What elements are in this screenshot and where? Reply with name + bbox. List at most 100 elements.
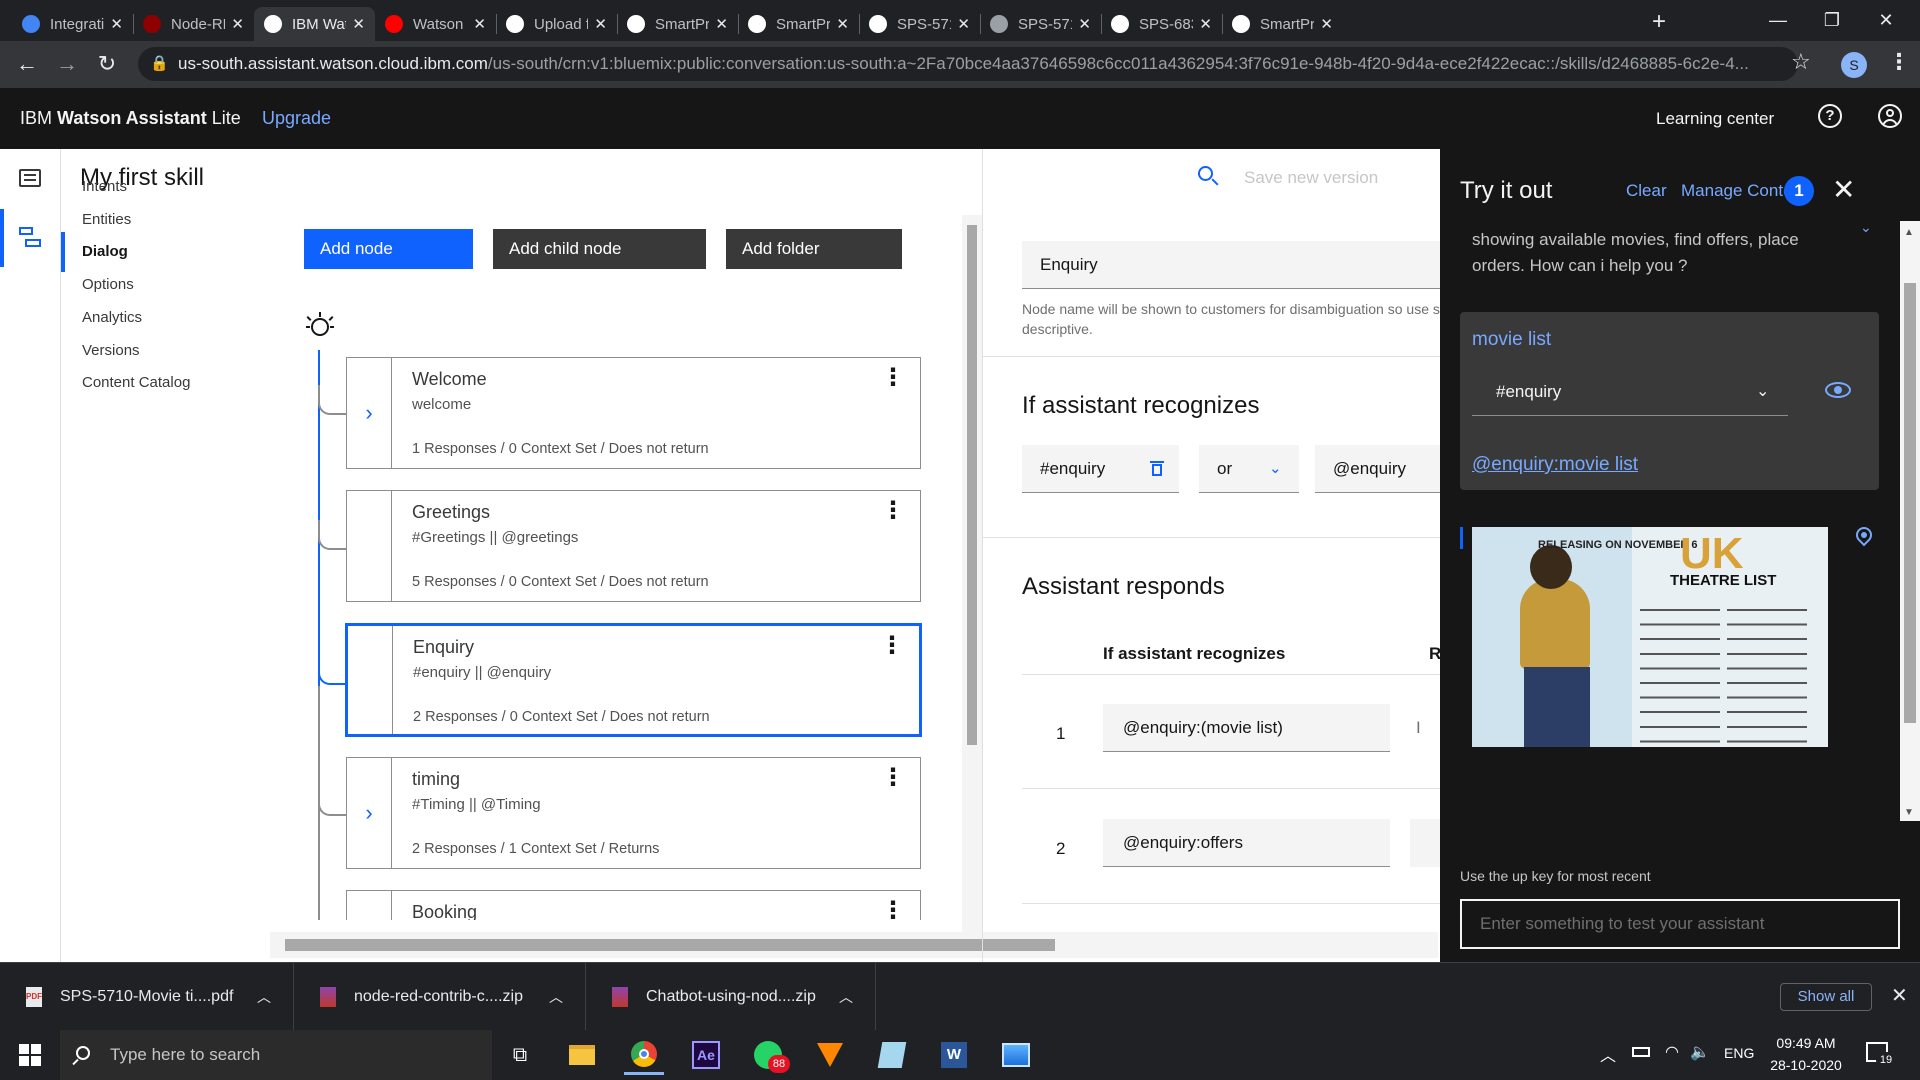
response-condition[interactable]: @enquiry:offers xyxy=(1103,819,1390,867)
clock-date[interactable]: 28-10-2020 xyxy=(1768,1057,1844,1073)
operator-select[interactable]: or ⌄ xyxy=(1199,445,1299,493)
response-text[interactable]: I xyxy=(1410,704,1440,752)
browser-tab[interactable]: SPS-5710- ✕ xyxy=(980,7,1101,41)
wifi-icon[interactable]: ◠ xyxy=(1665,1042,1679,1062)
chrome-icon[interactable] xyxy=(624,1035,664,1075)
browser-tab[interactable]: Node-RED ✕ xyxy=(133,7,254,41)
battery-icon[interactable] xyxy=(1632,1047,1650,1057)
add-folder-button[interactable]: Add folder xyxy=(726,229,902,269)
intent-select[interactable]: #enquiry ⌄ xyxy=(1472,368,1788,416)
browser-tab[interactable]: IBM Watson ✕ xyxy=(254,7,375,41)
browser-tab[interactable]: SmartPrac ✕ xyxy=(1222,7,1343,41)
brand[interactable]: IBM Watson Assistant Lite xyxy=(20,108,241,129)
sidenav-item-content-catalog[interactable]: Content Catalog xyxy=(61,363,291,403)
back-icon[interactable]: ← xyxy=(12,49,42,79)
overflow-menu-icon[interactable]: ⋮ xyxy=(880,634,904,658)
chat-scroll-thumb[interactable] xyxy=(1904,283,1916,723)
tab-close-icon[interactable]: ✕ xyxy=(1078,15,1091,33)
windows-start-icon[interactable] xyxy=(10,1035,50,1075)
browser-tab[interactable]: Integration ✕ xyxy=(12,7,133,41)
forward-icon[interactable]: → xyxy=(52,49,82,79)
tab-close-icon[interactable]: ✕ xyxy=(1320,15,1333,33)
response-row[interactable]: 2 @enquiry:offers xyxy=(1022,789,1440,904)
url-input[interactable]: 🔒 us-south.assistant.watson.cloud.ibm.co… xyxy=(138,47,1798,81)
context-count-badge[interactable]: 1 xyxy=(1784,176,1814,206)
close-window-icon[interactable]: ✕ xyxy=(1856,0,1916,41)
vlc-icon[interactable] xyxy=(810,1035,850,1075)
overflow-menu-icon[interactable]: ⋮ xyxy=(881,366,905,390)
dialog-node[interactable]: › Welcome welcome 1 Responses / 0 Context S… xyxy=(346,357,921,469)
chevron-right-icon[interactable]: › xyxy=(347,358,392,468)
download-item[interactable]: PDF SPS-5710-Movie ti....pdf ︿ xyxy=(0,963,294,1031)
entity-link[interactable]: @enquiry:movie list xyxy=(1472,454,1638,476)
notes-icon[interactable] xyxy=(872,1035,912,1075)
browser-tab[interactable]: SPS-6838 ✕ xyxy=(1101,7,1222,41)
close-panel-icon[interactable]: ✕ xyxy=(1832,173,1855,206)
chat-icon[interactable] xyxy=(19,169,41,187)
chevron-up-icon[interactable]: ︿ xyxy=(257,987,271,1007)
tab-close-icon[interactable]: ✕ xyxy=(473,15,486,33)
response-row[interactable]: 1 @enquiry:(movie list) I xyxy=(1022,674,1440,789)
chevron-up-icon[interactable]: ︿ xyxy=(549,987,563,1007)
tab-close-icon[interactable]: ✕ xyxy=(110,15,123,33)
learning-center-link[interactable]: Learning center xyxy=(1656,109,1774,129)
location-pin-icon[interactable] xyxy=(1852,523,1876,549)
close-download-bar-icon[interactable]: ✕ xyxy=(1891,983,1908,1008)
reload-icon[interactable]: ↻ xyxy=(92,49,122,79)
browser-tab[interactable]: SmartPrac ✕ xyxy=(738,7,859,41)
test-assistant-input[interactable]: Enter something to test your assistant xyxy=(1460,899,1900,949)
help-icon[interactable]: ? xyxy=(1818,104,1842,128)
overflow-menu-icon[interactable]: ⋮ xyxy=(881,499,905,523)
tab-close-icon[interactable]: ✕ xyxy=(594,15,607,33)
tab-close-icon[interactable]: ✕ xyxy=(231,15,244,33)
task-view-icon[interactable]: ⧉ xyxy=(500,1035,540,1075)
taskbar-search[interactable]: Type here to search xyxy=(60,1030,492,1080)
browser-tab[interactable]: SmartPrac ✕ xyxy=(617,7,738,41)
eye-icon[interactable] xyxy=(1825,382,1851,398)
download-item[interactable]: Chatbot-using-nod....zip ︿ xyxy=(586,963,876,1031)
horizontal-scroll-thumb[interactable] xyxy=(285,939,1055,951)
overflow-menu-icon[interactable]: ⋮ xyxy=(881,766,905,790)
chat-scrollbar[interactable]: ▲ ▼ xyxy=(1900,221,1920,821)
browser-tab[interactable]: Upload file ✕ xyxy=(496,7,617,41)
skills-icon[interactable] xyxy=(19,227,41,249)
upgrade-link[interactable]: Upgrade xyxy=(262,108,331,129)
dialog-node[interactable]: › timing #Timing || @Timing 2 Responses / 1… xyxy=(346,757,921,869)
chevron-up-icon[interactable]: ︿ xyxy=(839,987,853,1007)
clear-button[interactable]: Clear xyxy=(1626,181,1667,201)
download-item[interactable]: node-red-contrib-c....zip ︿ xyxy=(294,963,586,1031)
tab-close-icon[interactable]: ✕ xyxy=(1199,15,1212,33)
after-effects-icon[interactable]: Ae xyxy=(686,1035,726,1075)
condition-entity-chip[interactable]: @enquiry xyxy=(1315,445,1440,493)
whatsapp-icon[interactable]: 88 xyxy=(748,1035,790,1075)
delete-icon[interactable] xyxy=(1150,459,1164,477)
add-node-button[interactable]: Add node xyxy=(304,229,473,269)
tab-close-icon[interactable]: ✕ xyxy=(836,15,849,33)
notifications-icon[interactable]: 19 xyxy=(1866,1042,1896,1068)
bookmark-star-icon[interactable]: ☆ xyxy=(1791,49,1811,75)
clock-time[interactable]: 09:49 AM xyxy=(1776,1035,1836,1051)
tree-scroll-thumb[interactable] xyxy=(967,225,977,745)
tab-close-icon[interactable]: ✕ xyxy=(957,15,970,33)
file-explorer-icon[interactable] xyxy=(562,1035,602,1075)
tree-vertical-scrollbar[interactable] xyxy=(962,215,982,932)
add-child-node-button[interactable]: Add child node xyxy=(493,229,706,269)
photos-icon[interactable] xyxy=(996,1035,1036,1075)
volume-icon[interactable]: 🔈 xyxy=(1690,1042,1710,1062)
show-hidden-icons-icon[interactable]: ︿ xyxy=(1600,1042,1616,1066)
browser-tab[interactable]: SPS-5710 ✕ xyxy=(859,7,980,41)
node-name-input[interactable]: Enquiry xyxy=(1022,241,1440,289)
chevron-up-icon[interactable]: ⌄ xyxy=(1860,227,1872,236)
condition-intent-chip[interactable]: #enquiry xyxy=(1022,445,1179,493)
chevron-right-icon[interactable]: › xyxy=(347,758,392,868)
word-icon[interactable]: W xyxy=(934,1035,974,1075)
browser-tab[interactable]: Watson st ✕ xyxy=(375,7,496,41)
tab-close-icon[interactable]: ✕ xyxy=(715,15,728,33)
show-all-button[interactable]: Show all xyxy=(1780,983,1872,1011)
dialog-node[interactable]: Enquiry #enquiry || @enquiry 2 Responses /… xyxy=(346,624,921,736)
response-condition[interactable]: @enquiry:(movie list) xyxy=(1103,704,1390,752)
movie-poster-image[interactable]: RELEASING ON NOVEMBER 6 UK THEATRE LIST xyxy=(1472,527,1828,747)
browser-menu-icon[interactable]: ⋮ xyxy=(1888,49,1910,75)
minimize-icon[interactable]: — xyxy=(1748,0,1808,41)
maximize-icon[interactable]: ❐ xyxy=(1802,0,1862,41)
